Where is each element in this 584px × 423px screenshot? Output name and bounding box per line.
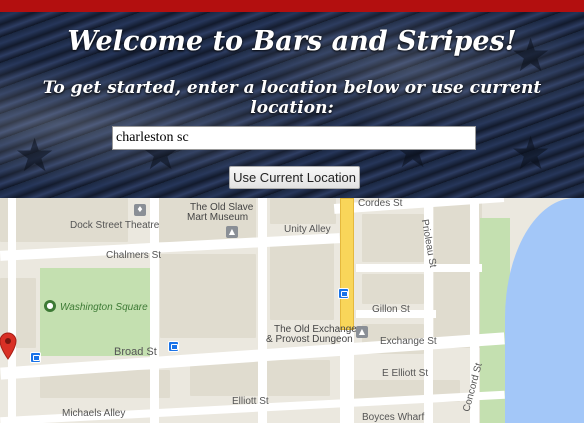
location-input[interactable]	[112, 126, 476, 150]
hero-banner: ★ ★ ★ ★ ★ Welcome to Bars and Stripes! T…	[0, 12, 584, 198]
map-label: Gillon St	[372, 304, 410, 315]
map-label: & Provost Dungeon	[266, 334, 353, 345]
map-label: Cordes St	[358, 198, 403, 209]
map-block	[362, 274, 424, 304]
map-label: Elliott St	[232, 396, 269, 407]
theatre-icon[interactable]: ♦	[134, 204, 146, 216]
museum-icon[interactable]: ▲	[356, 326, 368, 338]
map-block	[362, 214, 424, 262]
map-block	[160, 254, 256, 338]
map-label: Chalmers St	[106, 250, 162, 261]
road-state	[258, 198, 267, 423]
park-icon[interactable]: ●	[44, 300, 56, 312]
road-west	[8, 198, 16, 423]
bus-stop-icon[interactable]	[168, 341, 179, 352]
map-label: Broad St	[114, 346, 157, 358]
road-cross	[356, 264, 482, 272]
map-label: Exchange St	[380, 336, 437, 347]
page-subtitle: To get started, enter a location below o…	[42, 78, 542, 118]
page-title: Welcome to Bars and Stripes!	[67, 26, 517, 57]
bus-stop-icon[interactable]	[338, 288, 349, 299]
map-label: Washington Square	[60, 302, 148, 313]
map-label: Unity Alley	[284, 224, 331, 235]
star-decoration: ★	[510, 126, 552, 180]
museum-icon[interactable]: ▲	[226, 226, 238, 238]
star-decoration: ★	[14, 128, 56, 182]
bus-stop-icon[interactable]	[30, 352, 41, 363]
location-marker-icon[interactable]	[0, 332, 18, 360]
map-block	[270, 198, 336, 224]
harbor-water	[505, 198, 584, 423]
map-label: Dock Street Theatre	[70, 220, 160, 231]
map-block	[270, 242, 334, 320]
road-east-bay-highway	[340, 198, 354, 330]
map-label: Mart Museum	[187, 212, 249, 223]
map-label: Boyces Wharf	[362, 412, 425, 423]
use-current-location-button[interactable]: Use Current Location	[229, 166, 360, 189]
top-accent-bar	[0, 0, 584, 12]
map-label: Michaels Alley	[62, 408, 126, 419]
map-view[interactable]: Cordes St The Old Slave Mart Museum Dock…	[0, 198, 584, 423]
road-church	[150, 198, 159, 423]
map-label: E Elliott St	[382, 368, 429, 379]
